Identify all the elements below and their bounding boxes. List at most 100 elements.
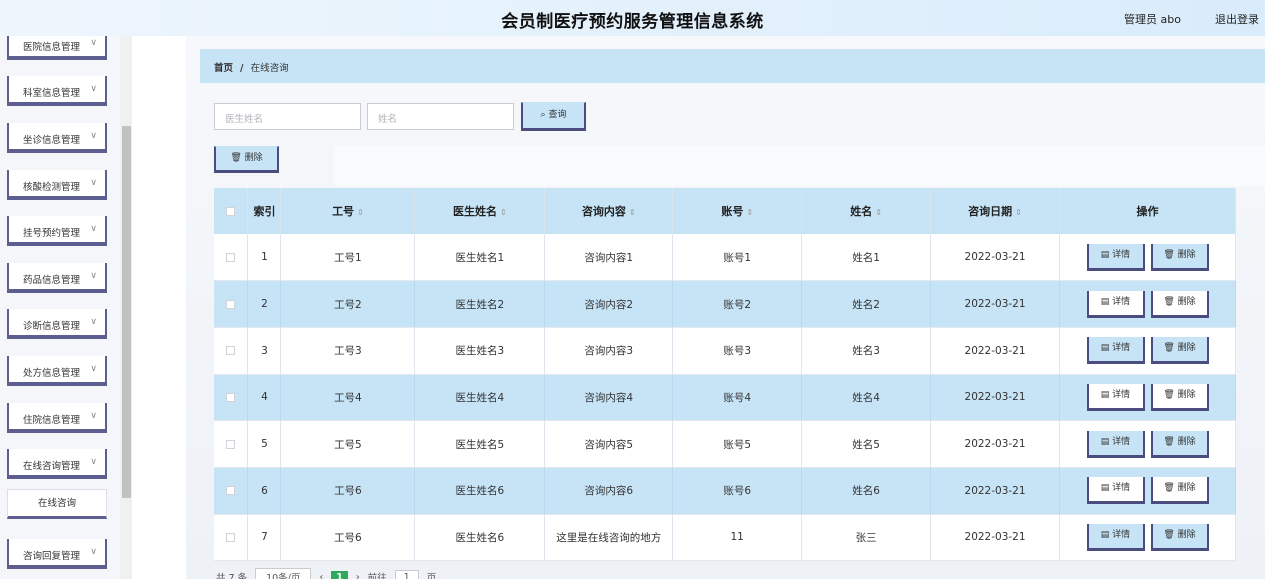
col-index: 索引 bbox=[247, 188, 282, 234]
cell-index: 3 bbox=[247, 327, 282, 375]
select-all-checkbox[interactable] bbox=[226, 207, 236, 216]
select-all-cell[interactable] bbox=[214, 188, 249, 234]
sort-icon[interactable]: ⇕ bbox=[500, 208, 507, 217]
scrollbar-thumb[interactable] bbox=[122, 126, 131, 498]
sidebar-item-department[interactable]: 科室信息管理 ∨ bbox=[7, 76, 107, 106]
cell-doctor-name: 医生姓名3 bbox=[414, 327, 546, 375]
row-checkbox[interactable] bbox=[226, 486, 236, 496]
row-checkbox[interactable] bbox=[226, 346, 236, 356]
col-job-no[interactable]: 工号 ⇕ bbox=[280, 188, 416, 234]
col-doctor-name[interactable]: 医生姓名 ⇕ bbox=[414, 188, 546, 234]
delete-button-label: 删除 bbox=[1177, 483, 1196, 494]
row-checkbox-cell[interactable] bbox=[214, 280, 249, 328]
chevron-down-icon: ∨ bbox=[90, 547, 97, 557]
delete-button[interactable]: 🗑 删除 bbox=[1150, 243, 1209, 271]
delete-button[interactable]: 🗑 删除 bbox=[1150, 383, 1209, 411]
table-row: 3 工号3 医生姓名3 咨询内容3 账号3 姓名3 2022-03-21 ▤ 详情 🗑 删除 bbox=[214, 327, 1236, 375]
detail-button[interactable]: ▤ 详情 bbox=[1086, 290, 1145, 318]
cell-content: 咨询内容2 bbox=[544, 280, 674, 328]
sidebar-item-clinic[interactable]: 坐诊信息管理 ∨ bbox=[7, 123, 107, 153]
row-checkbox-cell[interactable] bbox=[214, 327, 249, 375]
name-input[interactable]: 姓名 bbox=[367, 103, 514, 130]
chevron-down-icon: ∨ bbox=[90, 38, 97, 48]
sidebar-subitem-online-consult[interactable]: 在线咨询 bbox=[7, 489, 107, 519]
cell-doctor-name: 医生姓名1 bbox=[414, 234, 546, 282]
cell-name: 姓名4 bbox=[801, 374, 932, 422]
sidebar-item-label: 坐诊信息管理 bbox=[23, 135, 81, 146]
col-name[interactable]: 姓名 ⇕ bbox=[801, 188, 932, 234]
delete-button[interactable]: 🗑 删除 bbox=[1150, 477, 1209, 505]
goto-page-input[interactable]: 1 bbox=[394, 569, 419, 579]
col-account[interactable]: 账号 ⇕ bbox=[672, 188, 803, 234]
detail-button-label: 详情 bbox=[1112, 296, 1131, 307]
cell-index: 5 bbox=[247, 420, 282, 468]
row-checkbox-cell[interactable] bbox=[214, 374, 249, 422]
trash-icon: 🗑 bbox=[1163, 343, 1178, 354]
sidebar-item-inpatient[interactable]: 住院信息管理 ∨ bbox=[7, 403, 107, 433]
cell-content: 咨询内容3 bbox=[544, 327, 674, 375]
detail-button[interactable]: ▤ 详情 bbox=[1086, 337, 1145, 365]
sidebar-item-reply[interactable]: 咨询回复管理 ∨ bbox=[7, 539, 107, 569]
row-checkbox[interactable] bbox=[226, 532, 236, 542]
doctor-name-input[interactable]: 医生姓名 bbox=[214, 103, 361, 130]
detail-button[interactable]: ▤ 详情 bbox=[1086, 523, 1145, 551]
current-user: 管理员 abo bbox=[1124, 13, 1181, 26]
row-checkbox[interactable] bbox=[226, 299, 236, 309]
next-page-icon[interactable]: › bbox=[356, 572, 360, 579]
sidebar-item-nucleic-test[interactable]: 核酸检测管理 ∨ bbox=[7, 170, 107, 200]
sidebar-item-diagnosis[interactable]: 诊断信息管理 ∨ bbox=[7, 309, 107, 339]
detail-button[interactable]: ▤ 详情 bbox=[1086, 477, 1145, 505]
row-checkbox-cell[interactable] bbox=[214, 420, 249, 468]
decorative-panel bbox=[334, 146, 1265, 186]
sidebar-item-hospital[interactable]: 医院信息管理 ∨ bbox=[7, 36, 107, 60]
col-content[interactable]: 咨询内容 ⇕ bbox=[544, 188, 674, 234]
cell-content: 咨询内容1 bbox=[544, 234, 674, 282]
prev-page-icon[interactable]: ‹ bbox=[319, 572, 323, 579]
batch-delete-button[interactable]: 🗑 删除 bbox=[214, 146, 279, 173]
cell-name: 姓名1 bbox=[801, 234, 932, 282]
page-button-current[interactable]: 1 bbox=[331, 570, 348, 579]
detail-button[interactable]: ▤ 详情 bbox=[1086, 430, 1145, 458]
col-date[interactable]: 咨询日期 ⇕ bbox=[930, 188, 1060, 234]
sort-icon[interactable]: ⇕ bbox=[746, 208, 753, 217]
search-button-label: 查询 bbox=[548, 110, 567, 120]
table-row: 5 工号5 医生姓名5 咨询内容5 账号5 姓名5 2022-03-21 ▤ 详情 🗑 删除 bbox=[214, 420, 1236, 468]
sidebar-item-medicine[interactable]: 药品信息管理 ∨ bbox=[7, 263, 107, 293]
sort-icon[interactable]: ⇕ bbox=[1015, 208, 1022, 217]
app-title: 会员制医疗预约服务管理信息系统 bbox=[501, 12, 764, 32]
chevron-down-icon: ∨ bbox=[90, 411, 97, 421]
cell-name: 姓名5 bbox=[801, 420, 932, 468]
delete-button[interactable]: 🗑 删除 bbox=[1150, 290, 1209, 318]
sidebar-item-prescription[interactable]: 处方信息管理 ∨ bbox=[7, 356, 107, 386]
delete-button[interactable]: 🗑 删除 bbox=[1150, 430, 1209, 458]
sort-icon[interactable]: ⇕ bbox=[875, 208, 882, 217]
delete-button[interactable]: 🗑 删除 bbox=[1150, 337, 1209, 365]
logout-link[interactable]: 退出登录 bbox=[1215, 11, 1259, 27]
row-checkbox[interactable] bbox=[226, 439, 236, 449]
row-checkbox-cell[interactable] bbox=[214, 234, 249, 282]
cell-job-no: 工号1 bbox=[280, 234, 416, 282]
detail-button[interactable]: ▤ 详情 bbox=[1086, 243, 1145, 271]
row-checkbox-cell[interactable] bbox=[214, 514, 249, 562]
row-checkbox[interactable] bbox=[226, 392, 236, 402]
document-icon: ▤ bbox=[1100, 483, 1113, 494]
trash-icon: 🗑 bbox=[1163, 529, 1178, 540]
row-checkbox[interactable] bbox=[226, 252, 236, 262]
breadcrumb-home[interactable]: 首页 bbox=[214, 63, 233, 74]
sort-icon[interactable]: ⇕ bbox=[629, 208, 636, 217]
cell-account: 账号4 bbox=[672, 374, 803, 422]
detail-button[interactable]: ▤ 详情 bbox=[1086, 383, 1145, 411]
page-size-select[interactable]: 10条/页 bbox=[255, 568, 312, 579]
sidebar-item-registration[interactable]: 挂号预约管理 ∨ bbox=[7, 216, 107, 246]
cell-index: 1 bbox=[247, 234, 282, 282]
trash-icon: 🗑 bbox=[230, 153, 242, 163]
sort-icon[interactable]: ⇕ bbox=[357, 208, 364, 217]
sidebar-item-consultation[interactable]: 在线咨询管理 ∨ bbox=[7, 449, 107, 479]
row-checkbox-cell[interactable] bbox=[214, 467, 249, 515]
cell-doctor-name: 医生姓名6 bbox=[414, 467, 546, 515]
chevron-down-icon: ∨ bbox=[90, 271, 97, 281]
delete-button[interactable]: 🗑 删除 bbox=[1150, 523, 1209, 551]
col-name-label: 姓名 bbox=[850, 205, 873, 218]
search-button[interactable]: ⌕ 查询 bbox=[521, 102, 586, 131]
sidebar-scrollbar[interactable] bbox=[121, 36, 132, 579]
